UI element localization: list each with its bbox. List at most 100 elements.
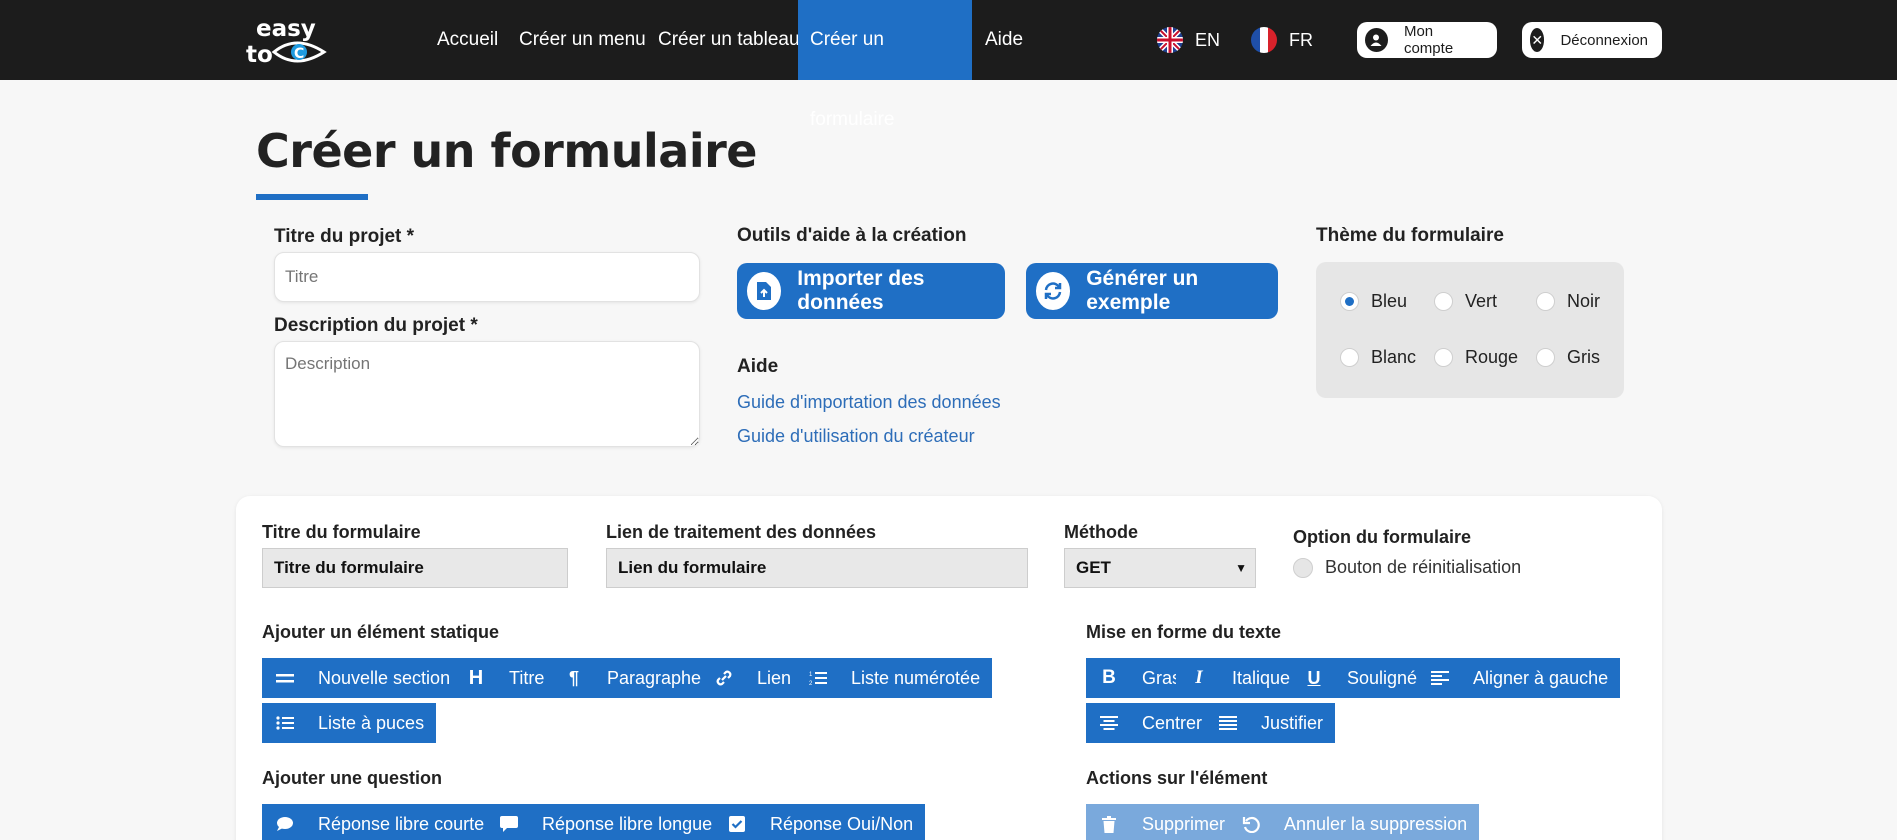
justify-button[interactable]: Justifier [1205, 703, 1336, 743]
theme-option-label: Rouge [1465, 347, 1519, 367]
svg-text:to: to [246, 42, 273, 68]
short-answer-button[interactable]: Réponse libre courte [262, 804, 497, 840]
numbered-list-button[interactable]: 12 Liste numérotée [795, 658, 993, 698]
top-navbar: easy to C Accueil Créer un menu Créer un… [0, 0, 1897, 130]
button-label: Souligné [1347, 667, 1418, 688]
nav-accueil[interactable]: Accueil [425, 0, 510, 80]
theme-radio-noir[interactable]: Noir [1536, 291, 1600, 312]
theme-option-label: Bleu [1371, 291, 1408, 311]
theme-radio-blanc[interactable]: Blanc [1340, 347, 1416, 368]
close-icon: ✕ [1530, 28, 1545, 52]
long-answer-button[interactable]: Réponse libre longue [486, 804, 725, 840]
svg-text:C: C [294, 46, 304, 62]
import-guide-link[interactable]: Guide d'importation des données [737, 392, 1001, 413]
button-label: Supprimer [1142, 813, 1226, 834]
checkbox-checked-icon [726, 816, 748, 832]
svg-text:easy: easy [256, 16, 316, 42]
theme-radio-rouge[interactable]: Rouge [1434, 347, 1518, 368]
project-title-input[interactable] [274, 252, 700, 302]
button-label: Aligner à gauche [1473, 667, 1609, 688]
undo-icon [1240, 815, 1262, 833]
speech-bubble-icon [274, 816, 296, 832]
static-element-label: Ajouter un élément statique [262, 622, 500, 642]
import-data-label: Importer des données [797, 267, 925, 314]
lang-fr-button[interactable]: FR [1251, 26, 1313, 54]
align-center-icon [1098, 715, 1120, 731]
button-label: Justifier [1261, 712, 1324, 733]
nav-creer-menu[interactable]: Créer un menu [507, 0, 658, 80]
undo-delete-button[interactable]: Annuler la suppression [1228, 804, 1480, 840]
import-data-button[interactable]: Importer des données [737, 263, 1005, 319]
radio-unchecked[interactable] [1536, 348, 1555, 367]
reset-button-option-label: Bouton de réinitialisation [1325, 557, 1522, 577]
fr-flag-icon [1251, 27, 1277, 53]
logout-button[interactable]: ✕ Déconnexion [1522, 22, 1662, 58]
theme-radio-gris[interactable]: Gris [1536, 347, 1600, 368]
theme-option-label: Noir [1567, 291, 1601, 311]
title-underline [256, 194, 368, 200]
project-title-label: Titre du projet * [274, 226, 415, 247]
lang-en-button[interactable]: EN [1157, 26, 1220, 54]
italic-button[interactable]: I Italique [1176, 658, 1303, 698]
svg-text:1: 1 [809, 672, 813, 678]
project-desc-textarea[interactable] [274, 341, 700, 447]
lang-fr-label: FR [1289, 29, 1313, 50]
button-label: Réponse Oui/Non [770, 813, 914, 834]
align-left-button[interactable]: Aligner à gauche [1417, 658, 1621, 698]
method-select[interactable]: GET ▼ [1064, 548, 1256, 588]
underline-button[interactable]: U Souligné [1291, 658, 1430, 698]
theme-label: Thème du formulaire [1316, 225, 1504, 246]
uk-flag-icon [1157, 27, 1183, 53]
button-label: Centrer [1142, 712, 1203, 733]
delete-button[interactable]: Supprimer [1086, 804, 1238, 840]
radio-unchecked[interactable] [1434, 348, 1453, 367]
new-section-button[interactable]: Nouvelle section [262, 658, 463, 698]
button-label: Liste à puces [318, 712, 425, 733]
bullet-list-button[interactable]: Liste à puces [262, 703, 437, 743]
refresh-icon [1036, 272, 1071, 310]
nav-creer-formulaire[interactable]: Créer un formulaire [798, 0, 972, 130]
creator-guide-link[interactable]: Guide d'utilisation du créateur [737, 426, 975, 447]
user-icon [1365, 28, 1388, 52]
link-button[interactable]: Lien [701, 658, 804, 698]
logout-label: Déconnexion [1560, 31, 1648, 49]
paragraph-button[interactable]: ¶ Paragraphe [551, 658, 714, 698]
method-value: GET [1076, 558, 1111, 577]
form-title-input[interactable]: Titre du formulaire [262, 548, 568, 588]
heading-icon: H [468, 666, 484, 689]
theme-option-label: Blanc [1371, 347, 1417, 367]
radio-unchecked[interactable] [1340, 348, 1359, 367]
center-button[interactable]: Centrer [1086, 703, 1215, 743]
align-left-icon [1429, 670, 1451, 686]
theme-radio-vert[interactable]: Vert [1434, 291, 1497, 312]
tools-label: Outils d'aide à la création [737, 225, 967, 246]
button-label: Titre [509, 667, 545, 688]
generate-example-label: Générer un exemple [1086, 267, 1199, 314]
generate-example-button[interactable]: Générer un exemple [1026, 263, 1278, 319]
form-title-label: Titre du formulaire [262, 522, 421, 542]
method-label: Méthode [1064, 522, 1138, 542]
project-desc-label: Description du projet * [274, 315, 478, 336]
nav-aide[interactable]: Aide [973, 0, 1035, 80]
nav-creer-tableau[interactable]: Créer un tableau [646, 0, 812, 80]
svg-text:2: 2 [809, 681, 813, 686]
theme-radio-bleu[interactable]: Bleu [1340, 291, 1407, 312]
account-button[interactable]: Mon compte [1357, 22, 1497, 58]
help-label: Aide [737, 356, 779, 377]
form-link-input[interactable]: Lien du formulaire [606, 548, 1028, 588]
button-label: Annuler la suppression [1284, 813, 1468, 834]
radio-unchecked[interactable] [1536, 292, 1555, 311]
align-justify-icon [1217, 715, 1239, 731]
radio-checked[interactable] [1340, 292, 1359, 311]
easyto-logo[interactable]: easy to C [244, 14, 334, 68]
add-question-label: Ajouter une question [262, 768, 442, 788]
button-label: Paragraphe [607, 667, 702, 688]
chain-link-icon [713, 669, 735, 687]
theme-selector: Bleu Vert Noir Blanc Rouge Gris [1316, 262, 1624, 398]
reset-button-checkbox[interactable] [1293, 558, 1313, 578]
yes-no-button[interactable]: Réponse Oui/Non [714, 804, 926, 840]
radio-unchecked[interactable] [1434, 292, 1453, 311]
form-link-label: Lien de traitement des données [606, 522, 877, 542]
heading-button[interactable]: H Titre [453, 658, 557, 698]
italic-icon: I [1195, 667, 1203, 688]
